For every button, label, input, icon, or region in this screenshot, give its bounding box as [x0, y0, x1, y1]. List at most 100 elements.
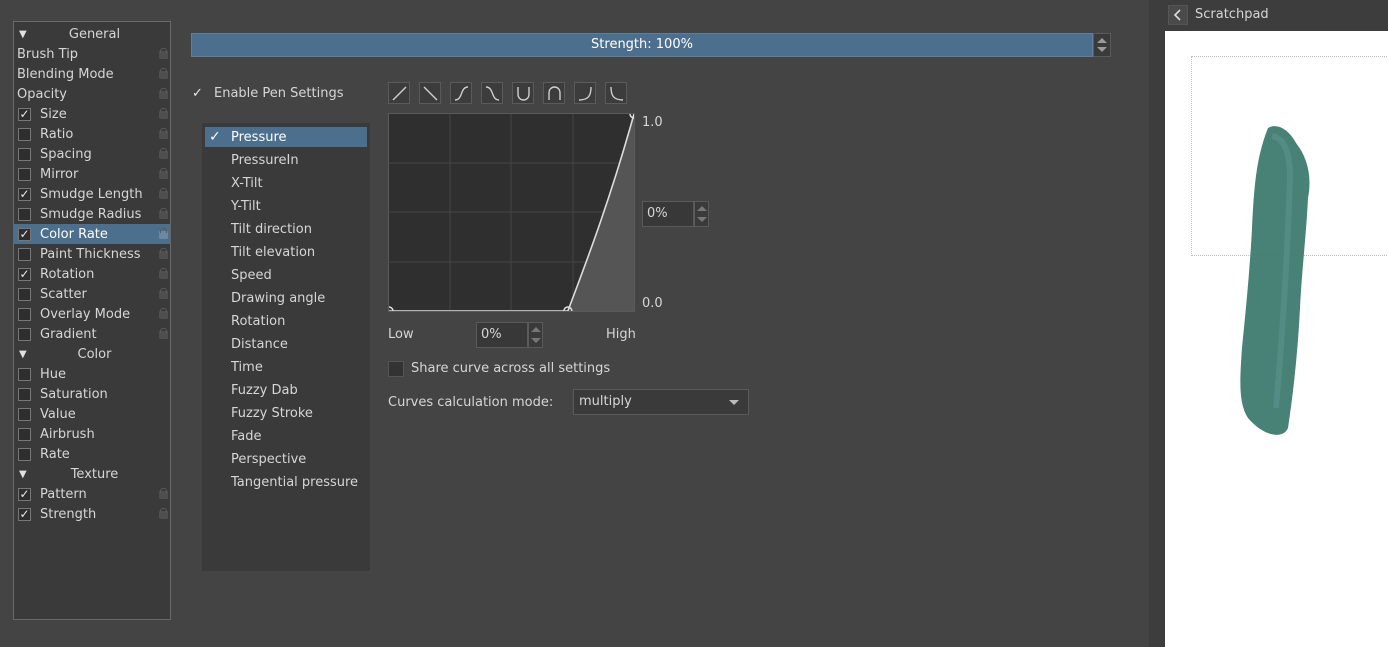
- triangle-down-icon[interactable]: ▼: [19, 349, 31, 360]
- arch-curve-icon[interactable]: [543, 82, 565, 104]
- option-checkbox[interactable]: [18, 247, 31, 261]
- option-hue[interactable]: Hue: [14, 364, 170, 384]
- option-smudge-radius[interactable]: Smudge Radius: [14, 204, 170, 224]
- sensor-item[interactable]: Rotation: [205, 311, 367, 331]
- sensor-item[interactable]: PressureIn: [205, 150, 367, 170]
- lock-icon[interactable]: [156, 128, 168, 140]
- strength-spinbox-buttons[interactable]: [1093, 33, 1111, 57]
- sensor-item[interactable]: Drawing angle: [205, 288, 367, 308]
- option-blending-mode[interactable]: Blending Mode: [14, 64, 170, 84]
- option-mirror[interactable]: Mirror: [14, 164, 170, 184]
- option-overlay-mode[interactable]: Overlay Mode: [14, 304, 170, 324]
- option-checkbox[interactable]: [18, 407, 31, 421]
- scratchpad-collapse-button[interactable]: [1168, 5, 1188, 25]
- lock-icon[interactable]: [156, 208, 168, 220]
- lock-icon[interactable]: [156, 168, 168, 180]
- option-checkbox[interactable]: [18, 507, 31, 521]
- panel-divider[interactable]: [1149, 0, 1165, 647]
- option-rate[interactable]: Rate: [14, 444, 170, 464]
- sensor-item[interactable]: X-Tilt: [205, 173, 367, 193]
- decrement-icon[interactable]: [697, 217, 707, 222]
- lock-icon[interactable]: [156, 508, 168, 520]
- option-strength[interactable]: Strength: [14, 504, 170, 524]
- reverse-linear-icon[interactable]: [419, 82, 441, 104]
- decrement-icon[interactable]: [531, 338, 541, 343]
- option-checkbox[interactable]: [18, 427, 31, 441]
- reverse-s-curve-icon[interactable]: [481, 82, 503, 104]
- sensor-item[interactable]: Time: [205, 357, 367, 377]
- option-checkbox[interactable]: [18, 267, 31, 281]
- option-checkbox[interactable]: [18, 307, 31, 321]
- low-value-field[interactable]: 0%: [476, 322, 528, 348]
- option-pattern[interactable]: Pattern: [14, 484, 170, 504]
- lock-icon[interactable]: [156, 328, 168, 340]
- option-checkbox[interactable]: [18, 227, 31, 241]
- lock-icon[interactable]: [156, 148, 168, 160]
- option-checkbox[interactable]: [18, 387, 31, 401]
- curve-graph[interactable]: [384, 109, 639, 316]
- lock-icon[interactable]: [156, 248, 168, 260]
- option-airbrush[interactable]: Airbrush: [14, 424, 170, 444]
- triangle-down-icon[interactable]: ▼: [19, 469, 31, 480]
- sensor-item[interactable]: Perspective: [205, 449, 367, 469]
- option-value[interactable]: Value: [14, 404, 170, 424]
- increment-icon[interactable]: [531, 327, 541, 332]
- sensor-item[interactable]: Speed: [205, 265, 367, 285]
- lock-icon[interactable]: [156, 488, 168, 500]
- section-texture[interactable]: ▼ Texture: [14, 464, 170, 484]
- option-checkbox[interactable]: [18, 447, 31, 461]
- lock-icon[interactable]: [156, 268, 168, 280]
- curve-point-value-field[interactable]: 0%: [642, 201, 694, 227]
- option-checkbox[interactable]: [18, 167, 31, 181]
- enable-pen-settings-checkbox[interactable]: ✓: [192, 87, 205, 100]
- curves-calculation-mode-dropdown[interactable]: multiply: [573, 389, 749, 415]
- sensor-item[interactable]: Tilt direction: [205, 219, 367, 239]
- strength-slider[interactable]: Strength: 100%: [191, 33, 1093, 57]
- option-checkbox[interactable]: [18, 367, 31, 381]
- option-ratio[interactable]: Ratio: [14, 124, 170, 144]
- lock-icon[interactable]: [156, 68, 168, 80]
- lock-icon[interactable]: [156, 88, 168, 100]
- sensor-item[interactable]: Distance: [205, 334, 367, 354]
- lock-icon[interactable]: [156, 108, 168, 120]
- increment-icon[interactable]: [697, 206, 707, 211]
- sensor-check[interactable]: ✓: [209, 129, 227, 145]
- curve-editor[interactable]: [384, 109, 639, 316]
- sensor-item[interactable]: Tangential pressure: [205, 472, 367, 492]
- option-checkbox[interactable]: [18, 187, 31, 201]
- lock-icon[interactable]: [156, 228, 168, 240]
- option-checkbox[interactable]: [18, 127, 31, 141]
- option-rotation[interactable]: Rotation: [14, 264, 170, 284]
- sensor-item[interactable]: Y-Tilt: [205, 196, 367, 216]
- triangle-down-icon[interactable]: ▼: [19, 29, 31, 40]
- decrement-icon[interactable]: [1097, 47, 1107, 52]
- sensor-item[interactable]: Tilt elevation: [205, 242, 367, 262]
- option-brush-tip[interactable]: Brush Tip: [14, 44, 170, 64]
- s-curve-icon[interactable]: [450, 82, 472, 104]
- option-checkbox[interactable]: [18, 287, 31, 301]
- option-size[interactable]: Size: [14, 104, 170, 124]
- option-checkbox[interactable]: [18, 487, 31, 501]
- section-general[interactable]: ▼ General: [14, 24, 170, 44]
- increment-icon[interactable]: [1097, 38, 1107, 43]
- sensor-item[interactable]: Fade: [205, 426, 367, 446]
- lock-icon[interactable]: [156, 48, 168, 60]
- option-smudge-length[interactable]: Smudge Length: [14, 184, 170, 204]
- u-curve-icon[interactable]: [512, 82, 534, 104]
- sensor-item[interactable]: Fuzzy Stroke: [205, 403, 367, 423]
- section-color[interactable]: ▼ Color: [14, 344, 170, 364]
- option-scatter[interactable]: Scatter: [14, 284, 170, 304]
- option-checkbox[interactable]: [18, 147, 31, 161]
- option-checkbox[interactable]: [18, 327, 31, 341]
- sensor-item[interactable]: Fuzzy Dab: [205, 380, 367, 400]
- lock-icon[interactable]: [156, 288, 168, 300]
- reverse-j-curve-icon[interactable]: [605, 82, 627, 104]
- option-spacing[interactable]: Spacing: [14, 144, 170, 164]
- sensor-item[interactable]: ✓ Pressure: [205, 127, 367, 147]
- lock-icon[interactable]: [156, 188, 168, 200]
- option-paint-thickness[interactable]: Paint Thickness: [14, 244, 170, 264]
- linear-icon[interactable]: [388, 82, 410, 104]
- j-curve-icon[interactable]: [574, 82, 596, 104]
- option-checkbox[interactable]: [18, 207, 31, 221]
- option-checkbox[interactable]: [18, 107, 31, 121]
